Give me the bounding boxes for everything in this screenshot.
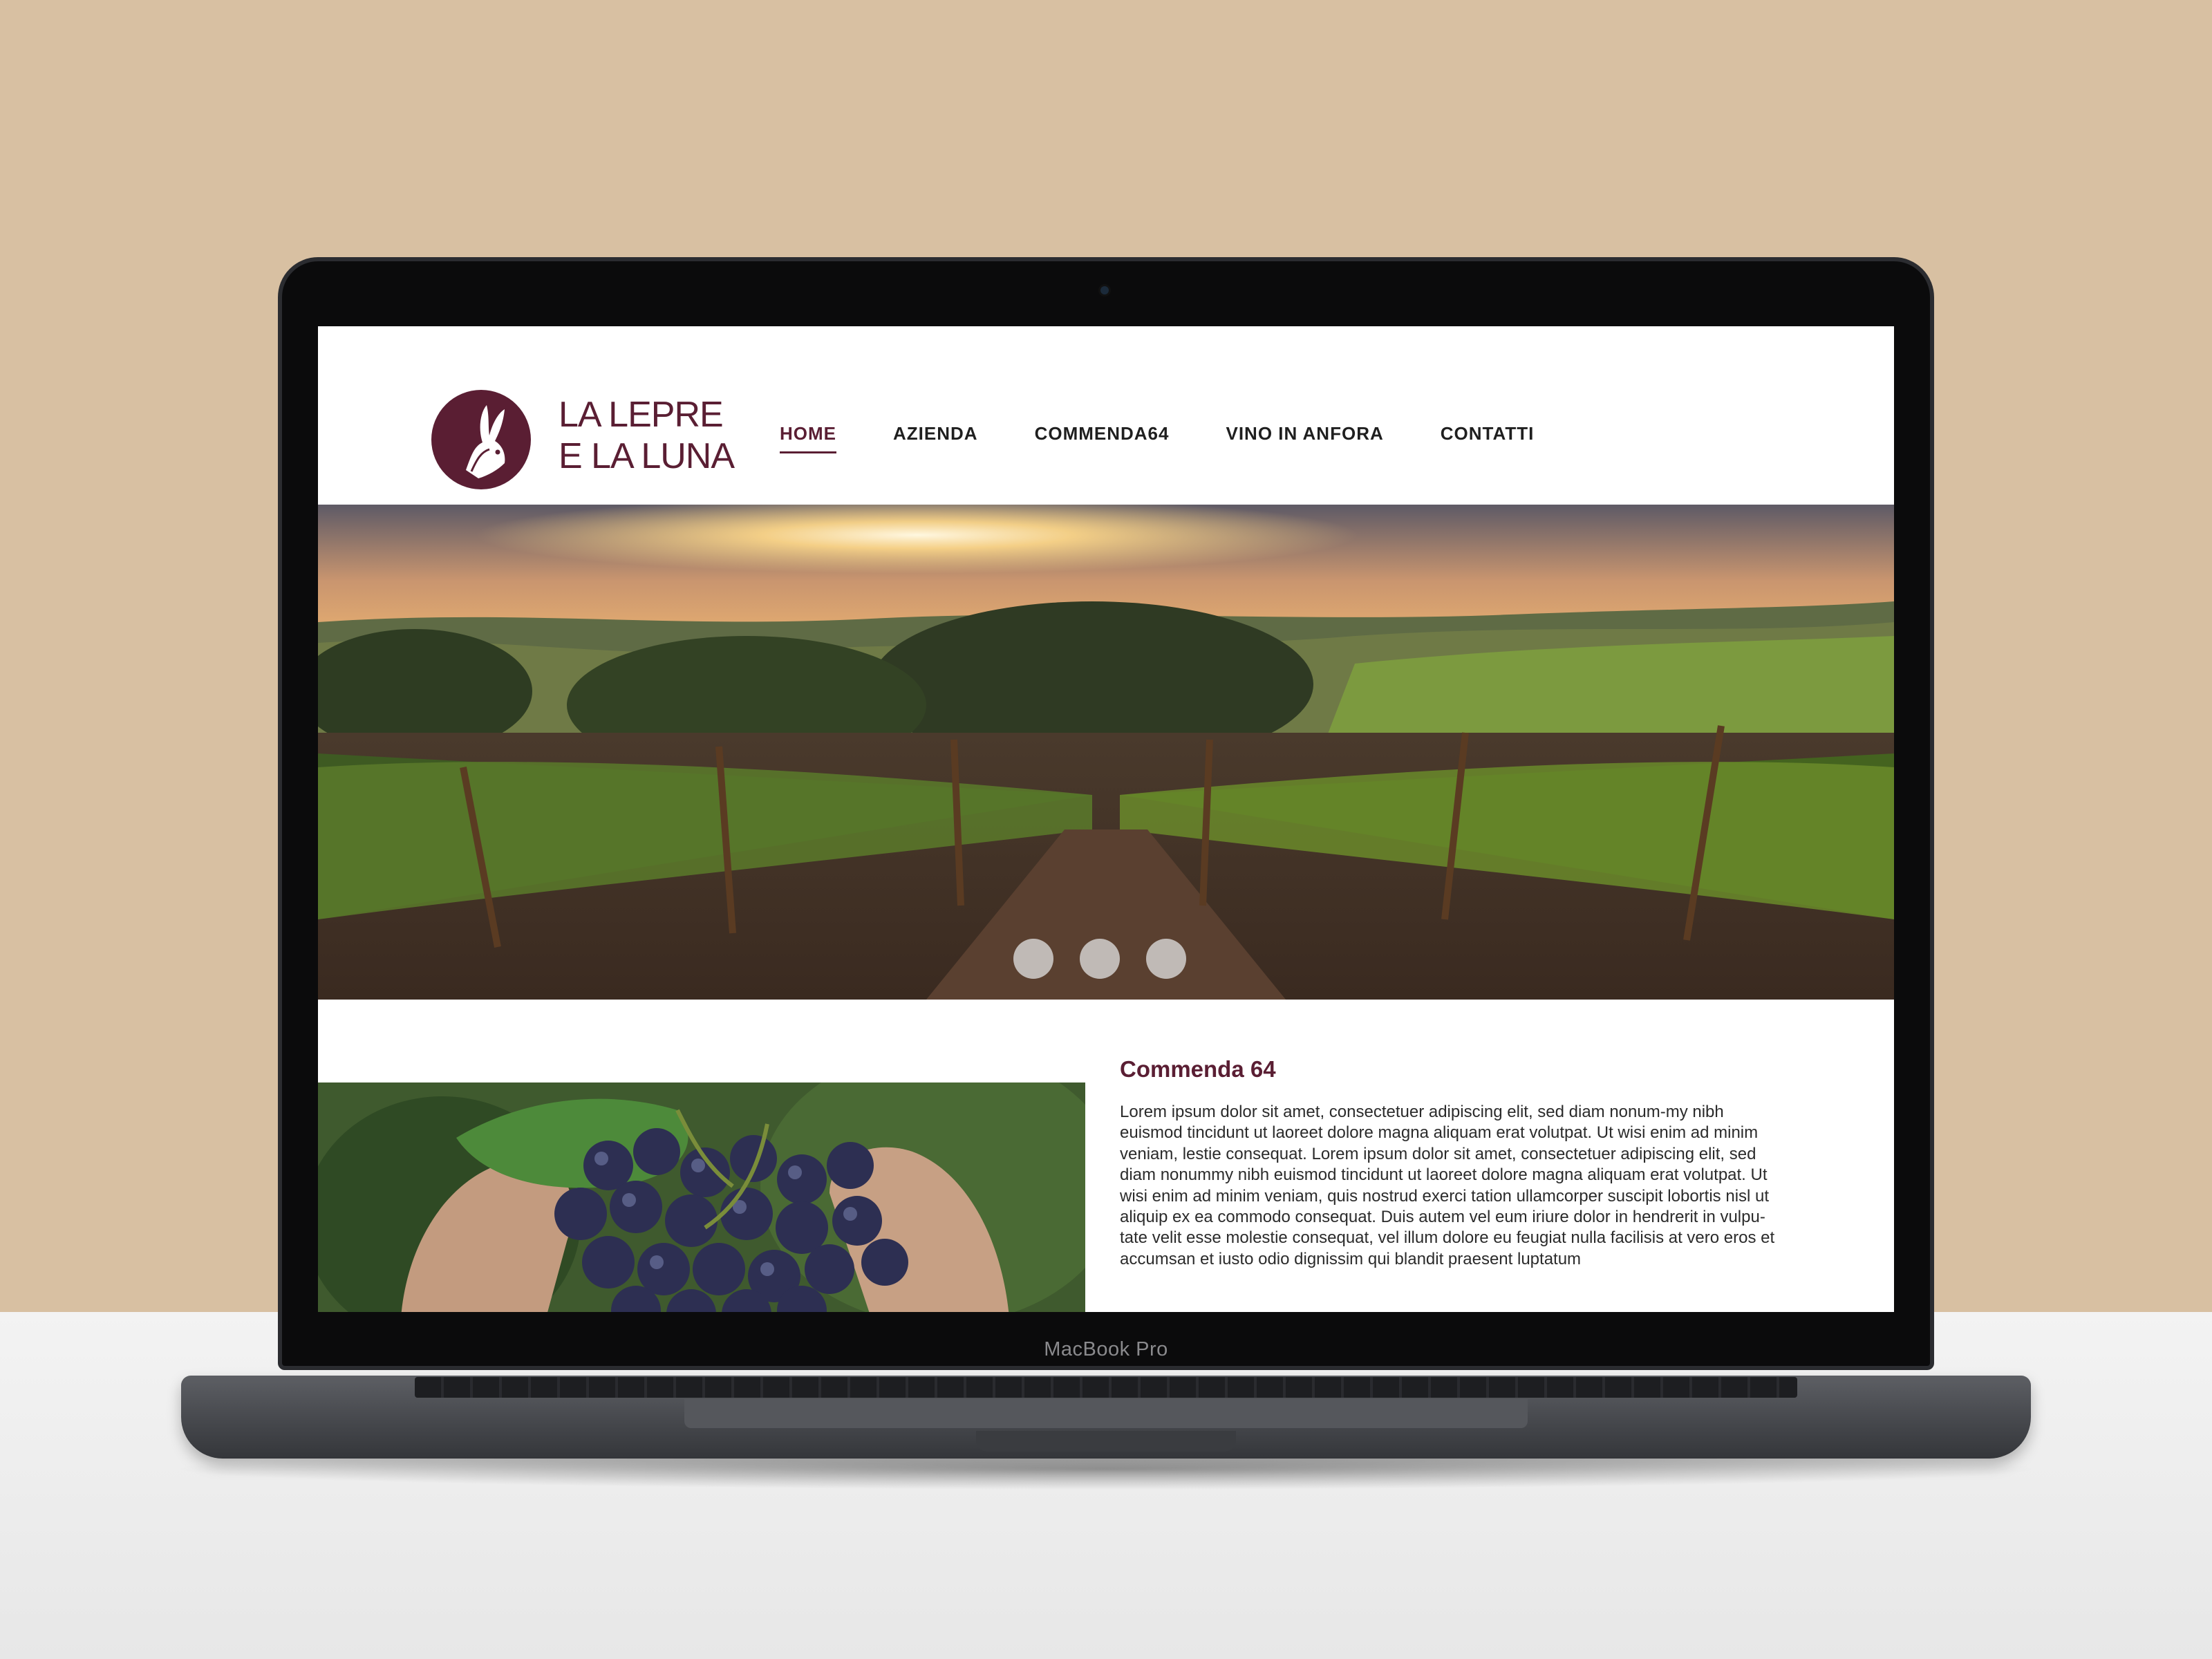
nav-item-vino-in-anfora[interactable]: VINO IN ANFORA	[1226, 423, 1383, 453]
nav-item-azienda[interactable]: AZIENDA	[893, 423, 978, 453]
brand-line-1: LA LEPRE	[559, 395, 724, 435]
hero-slider	[318, 505, 1894, 1000]
brand-name[interactable]: LA LEPRE E LA LUNA	[559, 394, 735, 477]
nav-item-home[interactable]: HOME	[780, 423, 836, 453]
keyboard-edge	[415, 1377, 1797, 1398]
commenda-section: Commenda 64 Lorem ipsum dolor sit amet, …	[318, 1000, 1894, 1312]
slider-dot-2[interactable]	[1080, 939, 1120, 979]
section-body-text: Lorem ipsum dolor sit amet, consectetuer…	[1120, 1103, 1775, 1268]
slider-dot-3[interactable]	[1146, 939, 1186, 979]
website-screen: LA LEPRE E LA LUNA HOME AZIENDA COMMENDA…	[318, 326, 1894, 1312]
lid-notch	[976, 1431, 1236, 1452]
site-header: LA LEPRE E LA LUNA HOME AZIENDA COMMENDA…	[318, 326, 1894, 505]
camera-icon	[1100, 286, 1109, 294]
section-title: Commenda 64	[1120, 1056, 1276, 1082]
vineyard-sunset-image	[318, 505, 1894, 1000]
nav-item-commenda64[interactable]: COMMENDA64	[1035, 423, 1170, 453]
main-nav: HOME AZIENDA COMMENDA64 VINO IN ANFORA C…	[780, 423, 1591, 453]
slider-dot-1[interactable]	[1013, 939, 1053, 979]
trackpad-edge	[684, 1399, 1528, 1428]
nav-item-contatti[interactable]: CONTATTI	[1441, 423, 1535, 453]
hare-moon-logo-icon[interactable]	[430, 388, 532, 491]
slider-pagination	[1013, 939, 1212, 979]
device-label: MacBook Pro	[1044, 1338, 1168, 1360]
grapes-photo	[318, 1082, 1085, 1312]
brand-line-2: E LA LUNA	[559, 436, 735, 476]
